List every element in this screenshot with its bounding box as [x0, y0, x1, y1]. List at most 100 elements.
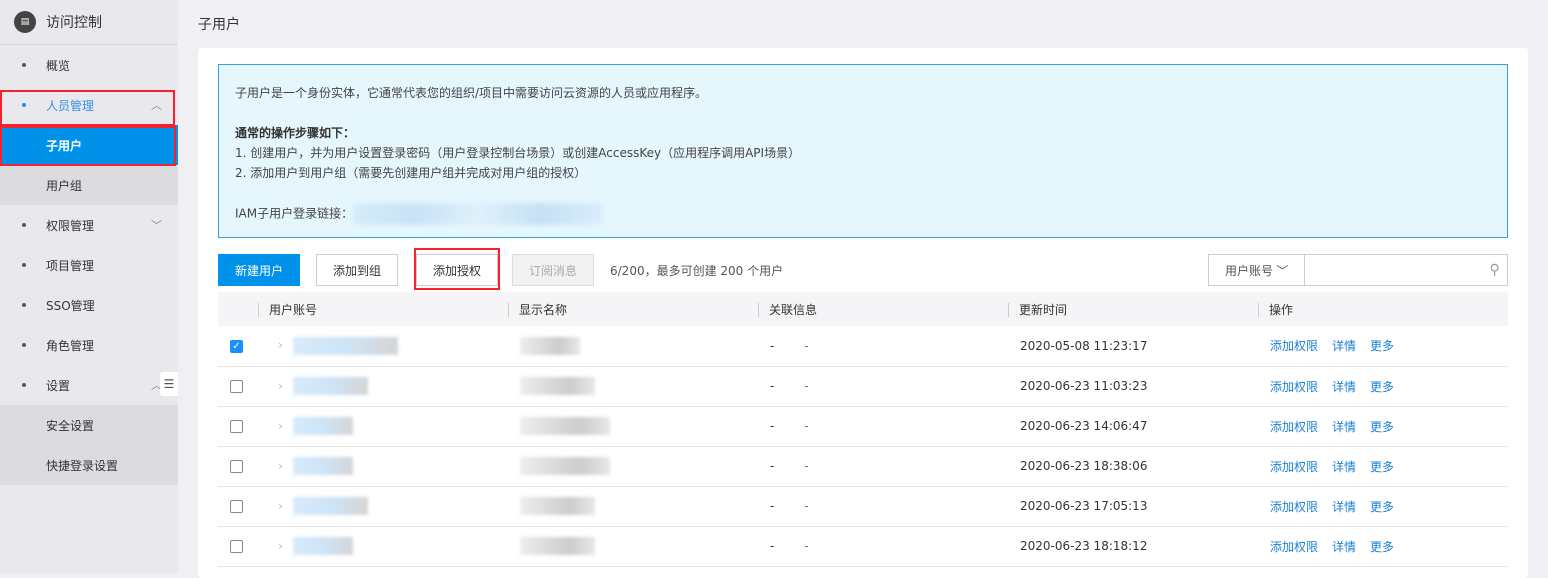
table-row: ✓ › - - 2020-05-08 11:23:17 添加权限 详情 更多	[218, 326, 1508, 367]
update-time: 2020-06-23 11:03:23	[1008, 366, 1258, 407]
sidebar-item-sso-management[interactable]: SSO管理	[0, 285, 178, 325]
sidebar-item-role-management[interactable]: 角色管理	[0, 325, 178, 365]
update-time: 2020-06-23 18:38:06	[1008, 446, 1258, 487]
info-box: 子用户是一个身份实体，它通常代表您的组织/项目中需要访问云资源的人员或应用程序。…	[218, 64, 1508, 238]
related-info-link[interactable]: -	[804, 379, 808, 393]
related-info-link[interactable]: -	[804, 339, 808, 353]
display-name	[520, 377, 595, 395]
sidebar-item-settings[interactable]: 设置 ︿	[0, 365, 178, 405]
display-name	[520, 417, 610, 435]
table-row: › - - 2020-06-23 18:38:06 添加权限 详情 更多	[218, 446, 1508, 487]
sidebar-item-security-settings[interactable]: 安全设置	[0, 405, 178, 445]
display-name	[520, 336, 580, 355]
row-checkbox[interactable]	[230, 420, 243, 433]
header-update-time: 更新时间	[1008, 302, 1068, 317]
header-related-info: 关联信息	[758, 302, 818, 317]
access-control-icon: ▤	[14, 11, 36, 33]
more-link[interactable]: 更多	[1370, 460, 1394, 474]
add-permission-link[interactable]: 添加权限	[1270, 460, 1318, 474]
related-info: -	[770, 379, 775, 393]
sidebar: ▤ 访问控制 概览 人员管理 ︿ 子用户 用户组 权限管理 ﹀ 项目管理 SSO管理 …	[0, 0, 178, 573]
header-account[interactable]: 用户账号	[258, 302, 318, 317]
related-info-link[interactable]: -	[804, 539, 808, 553]
header-display-name: 显示名称	[508, 302, 568, 317]
expand-chevron-icon[interactable]: ›	[278, 539, 283, 553]
row-checkbox[interactable]	[230, 500, 243, 513]
highlight-box	[414, 248, 500, 290]
more-link[interactable]: 更多	[1370, 380, 1394, 394]
related-info-link[interactable]: -	[804, 419, 808, 433]
expand-chevron-icon[interactable]: ›	[278, 499, 283, 513]
detail-link[interactable]: 详情	[1332, 460, 1356, 474]
user-account-link[interactable]	[292, 457, 353, 475]
table-row: › - - 2020-06-23 18:18:12 添加权限 详情 更多	[218, 526, 1508, 567]
step-1: 1. 创建用户，并为用户设置登录密码（用户登录控制台场景）或创建AccessKe…	[235, 146, 801, 160]
detail-link[interactable]: 详情	[1332, 420, 1356, 434]
highlight-box	[0, 90, 175, 126]
related-info-link[interactable]: -	[804, 499, 808, 513]
update-time: 2020-05-08 11:23:17	[1008, 326, 1258, 367]
user-count: 6/200，最多可创建 200 个用户	[610, 264, 784, 278]
user-account-link[interactable]	[292, 377, 368, 395]
subscribe-button[interactable]: 订阅消息	[512, 254, 594, 286]
chevron-down-icon: ﹀	[151, 219, 162, 232]
related-info: -	[770, 539, 775, 553]
add-permission-link[interactable]: 添加权限	[1270, 540, 1318, 554]
search-bar: 用户账号 ﹀ ⚲	[1208, 254, 1508, 286]
row-checkbox[interactable]	[230, 380, 243, 393]
expand-chevron-icon[interactable]: ›	[278, 459, 283, 473]
add-permission-link[interactable]: 添加权限	[1270, 339, 1318, 353]
related-info: -	[770, 338, 775, 353]
update-time: 2020-06-23 18:18:12	[1008, 526, 1258, 567]
iam-link-label: IAM子用户登录链接：	[235, 206, 354, 221]
collapse-sidebar-button[interactable]: ☰	[160, 372, 178, 396]
steps-title: 通常的操作步骤如下：	[235, 126, 356, 140]
new-user-button[interactable]: 新建用户	[218, 254, 300, 286]
add-to-group-button[interactable]: 添加到组	[316, 254, 398, 286]
add-permission-link[interactable]: 添加权限	[1270, 500, 1318, 514]
search-input[interactable]	[1305, 255, 1483, 285]
iam-login-link[interactable]	[353, 203, 604, 225]
display-name	[520, 457, 610, 475]
add-permission-link[interactable]: 添加权限	[1270, 420, 1318, 434]
add-permission-link[interactable]: 添加权限	[1270, 380, 1318, 394]
detail-link[interactable]: 详情	[1332, 380, 1356, 394]
more-link[interactable]: 更多	[1370, 420, 1394, 434]
expand-chevron-icon[interactable]: ›	[278, 419, 283, 433]
user-account-link[interactable]	[292, 497, 368, 515]
row-checkbox[interactable]: ✓	[230, 339, 243, 353]
expand-chevron-icon[interactable]: ›	[278, 379, 283, 393]
sidebar-item-user-groups[interactable]: 用户组	[0, 165, 178, 205]
sidebar-item-project-management[interactable]: 项目管理	[0, 245, 178, 285]
row-checkbox[interactable]	[230, 460, 243, 473]
display-name	[520, 537, 595, 555]
related-info-link[interactable]: -	[804, 459, 808, 473]
sidebar-item-permission-management[interactable]: 权限管理 ﹀	[0, 205, 178, 245]
header-actions: 操作	[1258, 302, 1294, 317]
user-account-link[interactable]	[292, 417, 353, 435]
detail-link[interactable]: 详情	[1332, 540, 1356, 554]
expand-chevron-icon[interactable]: ›	[278, 338, 283, 352]
table-row: › - - 2020-06-23 17:05:13 添加权限 详情 更多	[218, 486, 1508, 527]
sidebar-header: ▤ 访问控制	[0, 0, 178, 45]
detail-link[interactable]: 详情	[1332, 500, 1356, 514]
more-link[interactable]: 更多	[1370, 339, 1394, 353]
more-link[interactable]: 更多	[1370, 540, 1394, 554]
row-checkbox[interactable]	[230, 540, 243, 553]
table-row: › - - 2020-06-23 11:03:23 添加权限 详情 更多	[218, 366, 1508, 407]
users-table: 用户账号 显示名称 关联信息 更新时间 操作 ✓ › - - 2020-05-08…	[218, 292, 1508, 567]
chevron-down-icon: ﹀	[1276, 263, 1289, 278]
info-text: 子用户是一个身份实体，它通常代表您的组织/项目中需要访问云资源的人员或应用程序。	[235, 86, 708, 100]
search-icon[interactable]: ⚲	[1482, 255, 1507, 285]
user-account-link[interactable]	[292, 336, 398, 355]
detail-link[interactable]: 详情	[1332, 339, 1356, 353]
more-link[interactable]: 更多	[1370, 500, 1394, 514]
sidebar-item-overview[interactable]: 概览	[0, 45, 178, 85]
update-time: 2020-06-23 17:05:13	[1008, 486, 1258, 527]
display-name	[520, 497, 595, 515]
main-card: 子用户是一个身份实体，它通常代表您的组织/项目中需要访问云资源的人员或应用程序。…	[198, 48, 1528, 578]
search-type-select[interactable]: 用户账号 ﹀	[1209, 255, 1306, 285]
sidebar-item-quick-login-settings[interactable]: 快捷登录设置	[0, 445, 178, 485]
related-info: -	[770, 459, 775, 473]
user-account-link[interactable]	[292, 537, 353, 555]
